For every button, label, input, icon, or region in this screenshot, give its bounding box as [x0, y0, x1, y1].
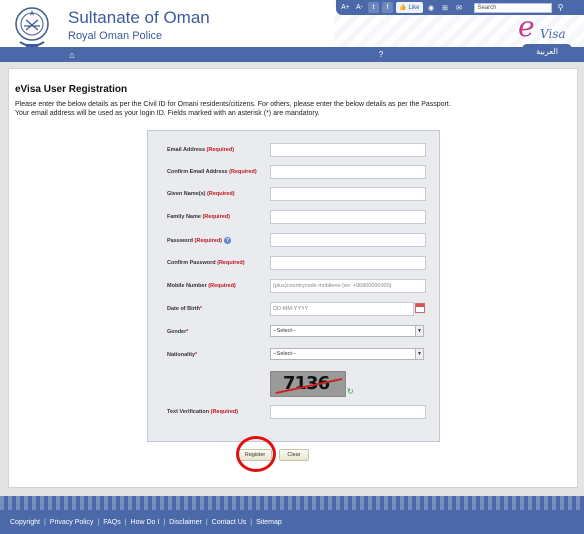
font-decrease-button[interactable]: A- — [354, 2, 365, 13]
search-icon[interactable]: ⚲ — [555, 2, 567, 13]
dob-field[interactable]: DD-MM-YYYY — [270, 302, 414, 316]
nationality-selected-value: --Select-- — [273, 351, 296, 357]
family-name-row: Family Name (Required) — [148, 210, 441, 226]
mobile-row: Mobile Number (Required) (plus)countryco… — [148, 279, 441, 295]
confirm-password-row: Confirm Password (Required) — [148, 256, 441, 272]
footer-separator: | — [250, 518, 253, 526]
captcha-image: 7136 — [270, 371, 346, 397]
arabic-language-tab[interactable]: العربية — [522, 44, 572, 59]
text-verification-field[interactable] — [270, 405, 426, 419]
page-title: eVisa User Registration — [15, 84, 128, 95]
gender-select[interactable]: --Select-- ▼ — [270, 325, 424, 337]
footer-link-sitemap[interactable]: Sitemap — [256, 519, 282, 526]
confirm-email-field[interactable] — [270, 165, 426, 179]
footer-separator: | — [43, 518, 46, 526]
dob-label: Date of Birth* — [167, 306, 202, 312]
facebook-like-button[interactable]: 👍 Like — [396, 2, 423, 13]
search-input[interactable]: Search — [473, 2, 552, 13]
confirm-password-field[interactable] — [270, 256, 426, 270]
footer-separator: | — [205, 518, 208, 526]
font-increase-button[interactable]: A+ — [340, 2, 351, 13]
footer-link-how-do-i[interactable]: How Do I — [131, 519, 160, 526]
nationality-row: Nationality* --Select-- ▼ — [148, 348, 441, 364]
mail-icon[interactable]: ✉ — [454, 2, 465, 13]
main-content: eVisa User Registration Please enter the… — [8, 68, 578, 488]
gender-row: Gender* --Select-- ▼ — [148, 325, 441, 341]
refresh-icon[interactable]: ↻ — [347, 388, 355, 396]
thumbs-up-icon: 👍 — [399, 5, 407, 11]
text-verification-row: Text Verification (Required) — [148, 405, 441, 421]
dob-row: Date of Birth* DD-MM-YYYY — [148, 302, 441, 318]
footer-separator: | — [97, 518, 100, 526]
password-field[interactable] — [270, 233, 426, 247]
main-navbar: ⌂ ? — [0, 47, 584, 62]
home-icon[interactable]: ⌂ — [66, 49, 78, 60]
register-button[interactable]: Register — [238, 449, 272, 461]
given-names-row: Given Name(s) (Required) — [148, 187, 441, 203]
confirm-email-row: Confirm Email Address (Required) — [148, 165, 441, 181]
text-verification-label: Text Verification (Required) — [167, 409, 239, 415]
registration-form: Email Address (Required) Confirm Email A… — [147, 130, 440, 442]
gender-selected-value: --Select-- — [273, 328, 296, 334]
password-row: Password (Required)? — [148, 233, 441, 249]
given-names-field[interactable] — [270, 187, 426, 201]
footer-link-privacy-policy[interactable]: Privacy Policy — [50, 519, 94, 526]
footer-link-contact-us[interactable]: Contact Us — [212, 519, 247, 526]
mobile-field[interactable]: (plus)countrycode mobileno (ex: +9680000… — [270, 279, 426, 293]
evisa-logo-text: Visa — [540, 27, 566, 41]
footer-link-faqs[interactable]: FAQs — [103, 519, 121, 526]
help-link[interactable]: ? — [376, 49, 386, 60]
help-icon[interactable]: ? — [224, 237, 232, 244]
nationality-label: Nationality* — [167, 352, 198, 358]
gender-label: Gender* — [167, 329, 189, 335]
mobile-label: Mobile Number (Required) — [167, 283, 236, 289]
confirm-password-label: Confirm Password (Required) — [167, 260, 245, 266]
facebook-icon[interactable]: f — [382, 2, 393, 13]
evisa-logo-e: e — [518, 10, 535, 43]
email-label: Email Address (Required) — [167, 147, 235, 153]
sitemap-icon[interactable]: ⊞ — [440, 2, 451, 13]
evisa-logo: e Visa — [518, 13, 580, 43]
footer-separator: | — [163, 518, 166, 526]
site-subtitle: Royal Oman Police — [68, 30, 163, 42]
email-row: Email Address (Required) — [148, 143, 441, 159]
clear-button[interactable]: Clear — [279, 449, 309, 461]
calendar-icon[interactable] — [415, 303, 425, 313]
family-name-label: Family Name (Required) — [167, 214, 230, 220]
rss-icon[interactable]: ◉ — [426, 2, 437, 13]
password-label: Password (Required)? — [167, 237, 232, 244]
site-title: Sultanate of Oman — [68, 8, 210, 27]
confirm-email-label: Confirm Email Address (Required) — [167, 169, 257, 175]
instruction-text-login: Your email address will be used as your … — [15, 110, 320, 117]
like-label: Like — [408, 4, 420, 11]
given-names-label: Given Name(s) (Required) — [167, 191, 235, 197]
footer-separator: | — [124, 518, 127, 526]
chevron-down-icon: ▼ — [415, 326, 423, 336]
chevron-down-icon: ▼ — [415, 349, 423, 359]
footer-link-disclaimer[interactable]: Disclaimer — [169, 519, 202, 526]
nationality-select[interactable]: --Select-- ▼ — [270, 348, 424, 360]
footer-pattern — [0, 496, 584, 510]
site-footer: Copyright | Privacy Policy | FAQs | How Do … — [0, 510, 584, 534]
family-name-field[interactable] — [270, 210, 426, 224]
footer-link-copyright[interactable]: Copyright — [10, 519, 40, 526]
instruction-text: Please enter the below details as per th… — [15, 101, 451, 108]
twitter-icon[interactable]: t — [368, 2, 379, 13]
email-field[interactable] — [270, 143, 426, 157]
